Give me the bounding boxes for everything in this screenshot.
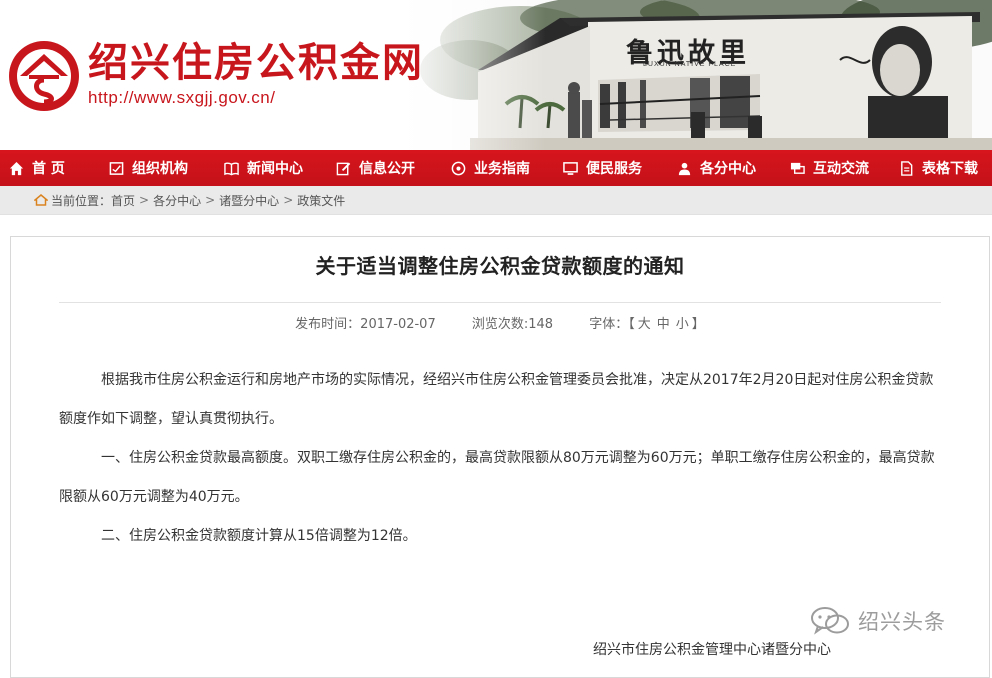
nav-item-label: 互动交流 [813, 161, 869, 177]
compass-icon [451, 161, 466, 175]
nav-item-info[interactable]: 信息公开 [336, 150, 415, 186]
org-icon [109, 161, 124, 175]
breadcrumb-separator: > [205, 193, 216, 207]
banner-wall-subtitle: LUXUN NATIVE PLACE [643, 61, 737, 68]
breadcrumb-link-branches[interactable]: 各分中心 [153, 192, 201, 209]
font-size-bracket-close: 】 [691, 317, 705, 332]
article-paragraph: 一、住房公积金贷款最高额度。双职工缴存住房公积金的，最高贷款限额从80万元调整为… [59, 450, 935, 505]
article-meta: 发布时间：2017-02-07 浏览次数:148 字体：【大中小】 [11, 313, 989, 332]
home-icon [34, 194, 48, 206]
font-size-large[interactable]: 大 [638, 317, 651, 332]
font-size-small[interactable]: 小 [676, 317, 689, 332]
header-banner: 绍兴住房公积金网 http://www.sxgjj.gov.cn/ 鲁迅故里 L… [0, 0, 992, 150]
nav-item-home[interactable]: 首 页 [9, 150, 65, 186]
nav-item-service[interactable]: 便民服务 [563, 150, 642, 186]
main-nav: 首 页 组织机构 新闻中心 信息公开 业务指南 便民服务 各分中心 互动交流 表… [0, 150, 992, 186]
home-icon [9, 161, 24, 175]
font-size-control: 字体：【大中小】 [589, 317, 705, 332]
nav-item-label: 组织机构 [132, 161, 188, 177]
monitor-icon [563, 161, 578, 175]
wechat-icon [811, 607, 849, 635]
font-size-bracket-open: 【 [628, 317, 635, 332]
breadcrumb-link-policy[interactable]: 政策文件 [297, 192, 345, 209]
edit-icon [336, 162, 351, 175]
breadcrumb-separator: > [283, 193, 294, 207]
publish-date: 发布时间：2017-02-07 [295, 317, 436, 332]
nav-item-downloads[interactable]: 表格下载 [899, 150, 978, 186]
site-url[interactable]: http://www.sxgjj.gov.cn/ [88, 88, 275, 108]
breadcrumb-separator: > [139, 193, 150, 207]
nav-item-interaction[interactable]: 互动交流 [790, 150, 869, 186]
logo-emblem-icon [9, 41, 79, 111]
book-icon [224, 162, 239, 175]
article-paragraph: 根据我市住房公积金运行和房地产市场的实际情况，经绍兴市住房公积金管理委员会批准，… [59, 372, 934, 427]
font-size-label: 字体： [589, 317, 629, 332]
article-title: 关于适当调整住房公积金贷款额度的通知 [315, 254, 685, 278]
nav-item-branches[interactable]: 各分中心 [677, 150, 756, 186]
nav-item-org[interactable]: 组织机构 [109, 150, 188, 186]
font-size-medium[interactable]: 中 [657, 317, 670, 332]
site-title[interactable]: 绍兴住房公积金网 [88, 40, 424, 86]
article-signature: 绍兴市住房公积金管理中心诸暨分中心 [593, 642, 831, 658]
file-icon [901, 160, 913, 176]
nav-item-label: 业务指南 [474, 161, 530, 177]
wechat-watermark: 绍兴头条 [810, 606, 946, 636]
watermark-text: 绍兴头条 [858, 610, 946, 634]
article-body: 根据我市住房公积金运行和房地产市场的实际情况，经绍兴市住房公积金管理委员会批准，… [59, 361, 941, 556]
nav-item-label: 表格下载 [922, 161, 978, 177]
breadcrumb-link-home[interactable]: 首页 [111, 192, 135, 209]
nav-item-label: 首 页 [32, 161, 65, 177]
article-paragraph: 二、住房公积金贷款额度计算从15倍调整为12倍。 [101, 528, 417, 544]
breadcrumb: 当前位置： 首页 > 各分中心 > 诸暨分中心 > 政策文件 [34, 186, 345, 214]
nav-item-label: 便民服务 [586, 161, 642, 177]
nav-item-label: 各分中心 [700, 161, 756, 177]
nav-item-label: 信息公开 [359, 161, 415, 177]
nav-item-guide[interactable]: 业务指南 [451, 150, 530, 186]
breadcrumb-prefix: 当前位置： [51, 193, 112, 208]
breadcrumb-link-zhuji[interactable]: 诸暨分中心 [219, 192, 279, 209]
breadcrumb-bar: 当前位置： 首页 > 各分中心 > 诸暨分中心 > 政策文件 [0, 186, 992, 215]
branch-icon [678, 162, 691, 175]
title-divider [59, 302, 941, 303]
view-count: 浏览次数:148 [471, 317, 554, 332]
nav-item-news[interactable]: 新闻中心 [224, 150, 303, 186]
chat-icon [790, 162, 805, 174]
nav-item-label: 新闻中心 [247, 161, 303, 177]
